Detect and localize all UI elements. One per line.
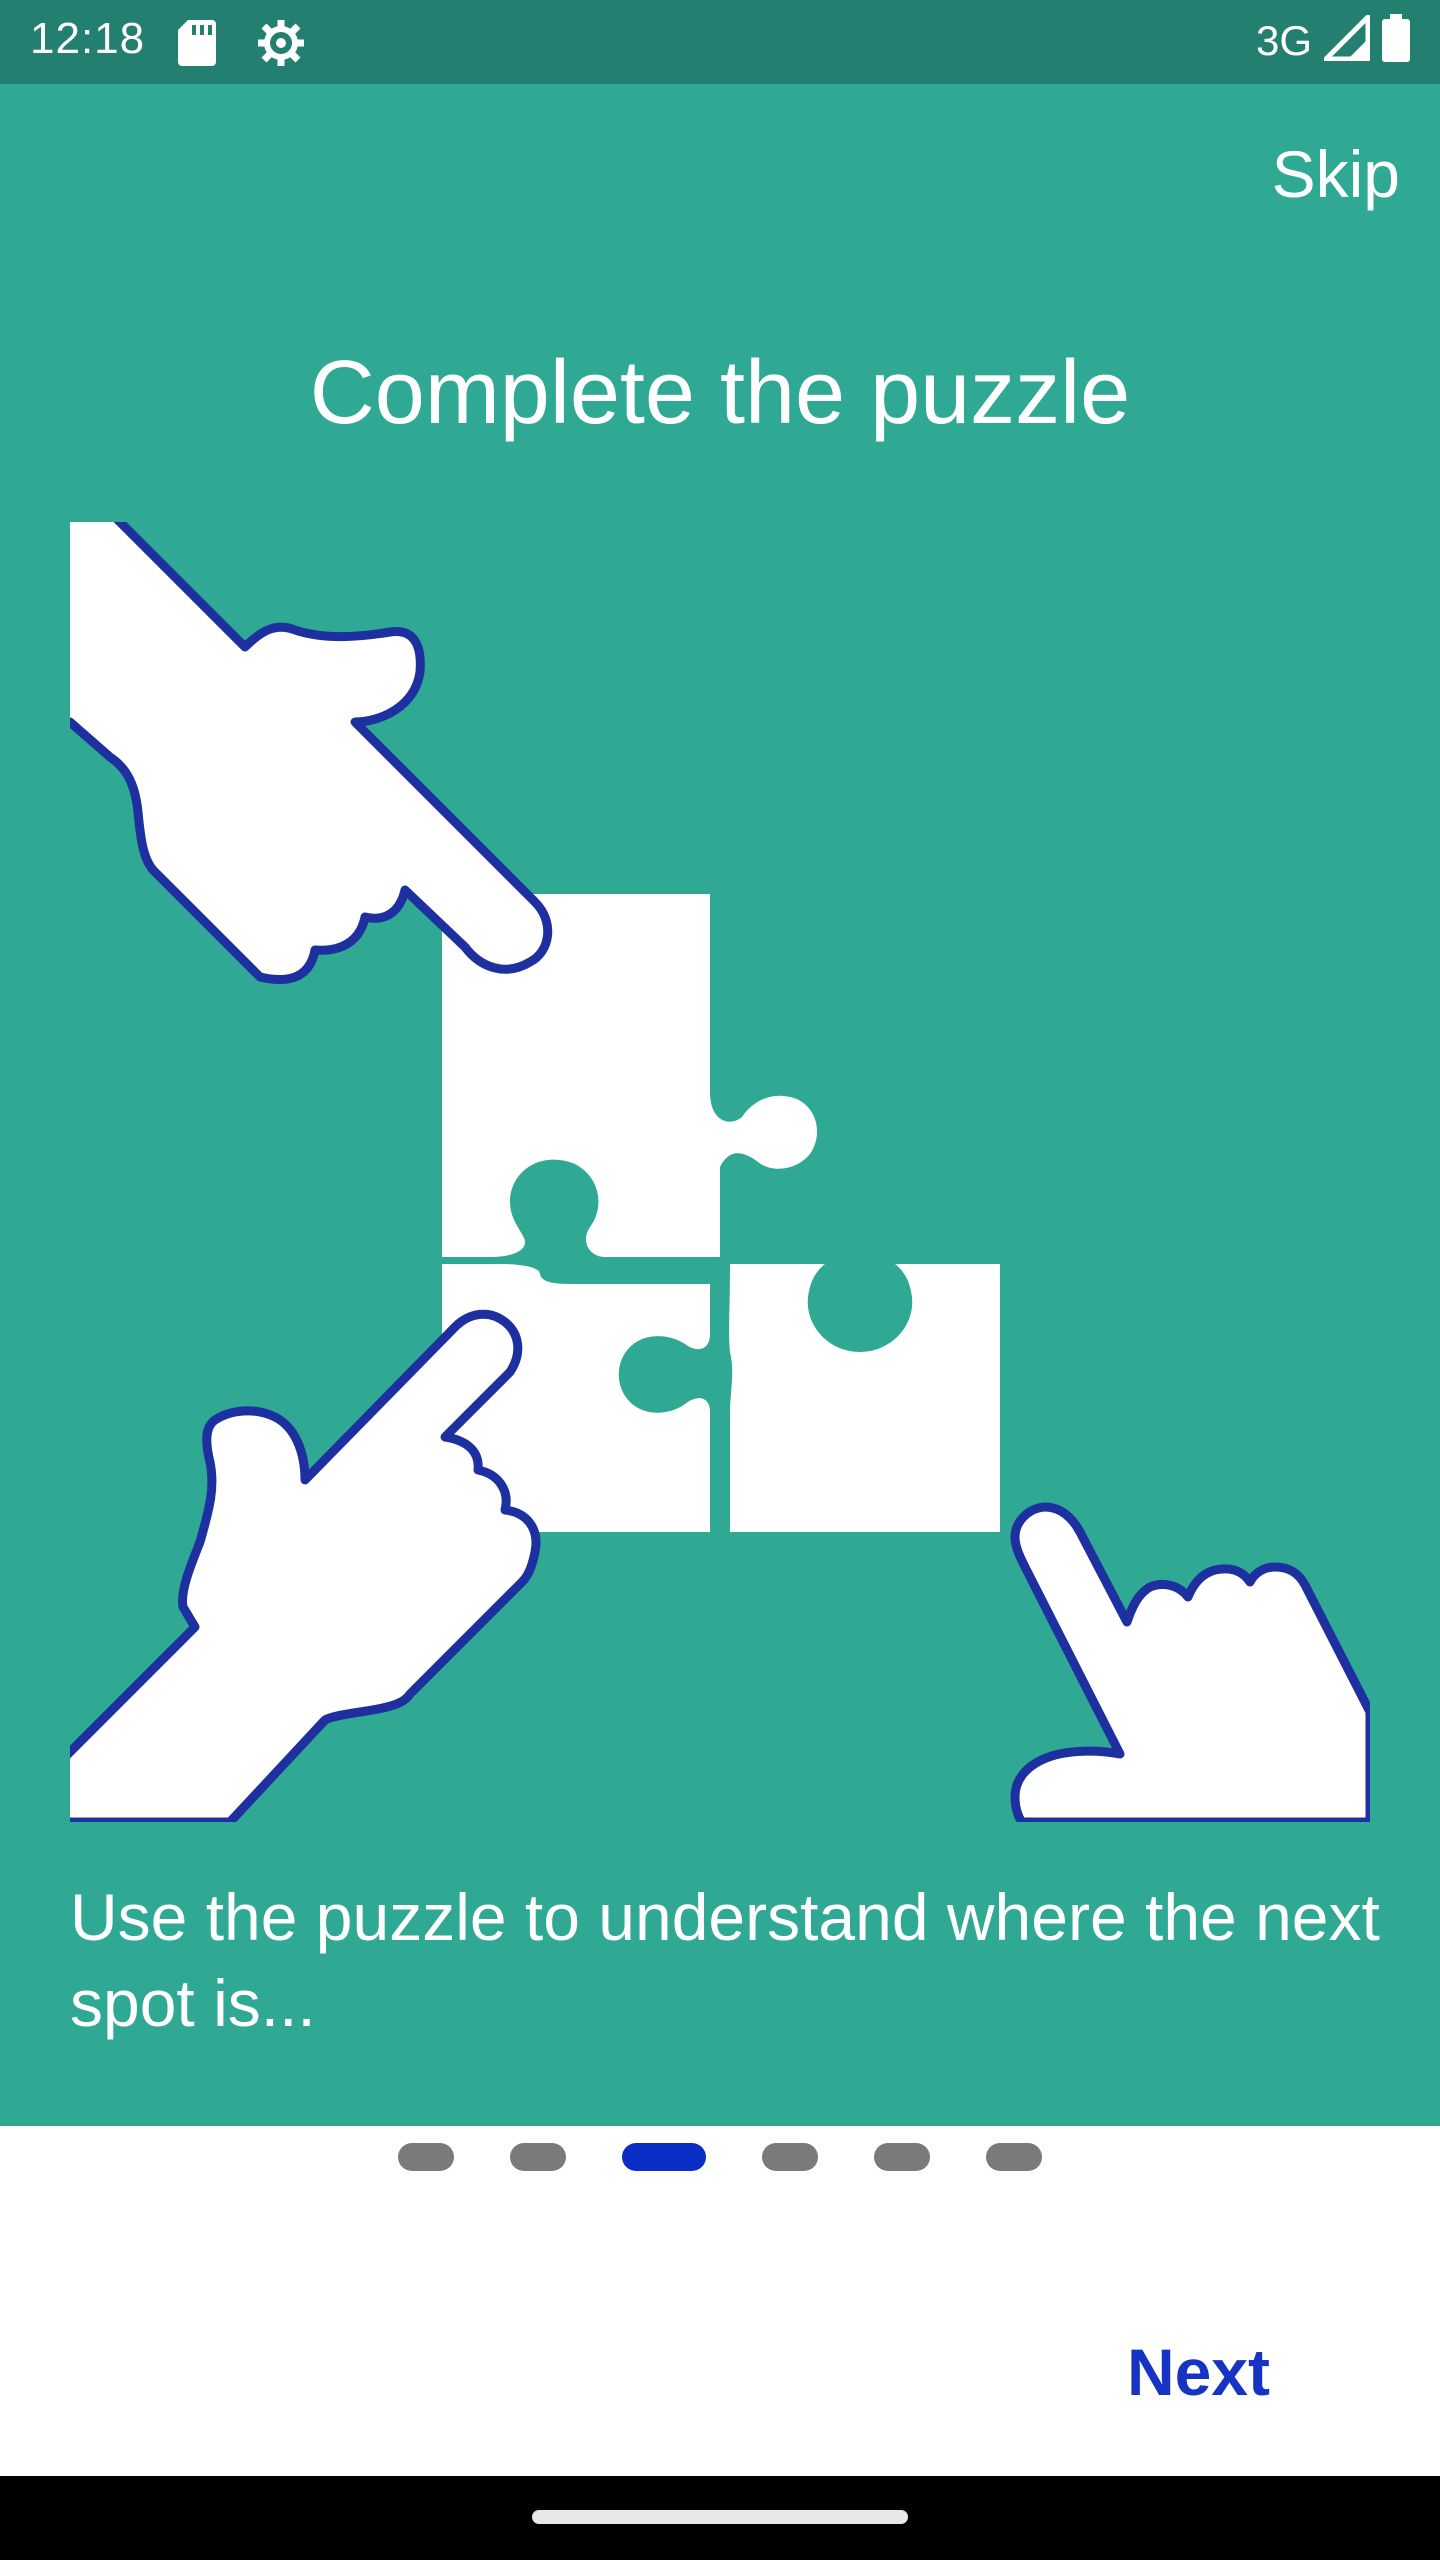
sd-card-icon <box>178 20 216 71</box>
page-dot-3-active[interactable] <box>622 2143 706 2171</box>
page-dot-6[interactable] <box>986 2143 1042 2171</box>
settings-icon <box>256 18 306 73</box>
puzzle-hands-illustration <box>70 522 1370 1822</box>
page-title: Complete the puzzle <box>309 343 1131 443</box>
hand-bottom-left-icon <box>70 1309 541 1822</box>
navigation-bar <box>0 2476 1440 2560</box>
skip-button[interactable]: Skip <box>1272 136 1400 212</box>
puzzle-piece-bottom-right <box>729 1264 1000 1532</box>
onboarding-panel: Skip Complete the puzzle Use the puzzle … <box>0 84 1440 2126</box>
status-right: 3G <box>1255 10 1410 67</box>
signal-icon <box>1319 10 1371 66</box>
hand-top-left-icon <box>70 522 553 985</box>
page-dot-1[interactable] <box>398 2143 454 2171</box>
description-text: Use the puzzle to understand where the n… <box>70 1880 1380 2040</box>
page-dot-2[interactable] <box>510 2143 566 2171</box>
next-button[interactable]: Next <box>1127 2334 1270 2410</box>
page-dot-5[interactable] <box>874 2143 930 2171</box>
status-left-icons <box>178 18 306 73</box>
puzzle-icon <box>442 894 1000 1532</box>
home-handle[interactable] <box>532 2510 908 2524</box>
page-indicator <box>0 2143 1440 2171</box>
battery-icon <box>1382 14 1410 67</box>
hand-bottom-right-icon <box>1010 1502 1370 1822</box>
status-bar: 12:18 3G <box>0 0 1440 84</box>
page-dot-4[interactable] <box>762 2143 818 2171</box>
network-type: 3G <box>1255 16 1312 64</box>
status-time: 12:18 <box>30 14 146 63</box>
